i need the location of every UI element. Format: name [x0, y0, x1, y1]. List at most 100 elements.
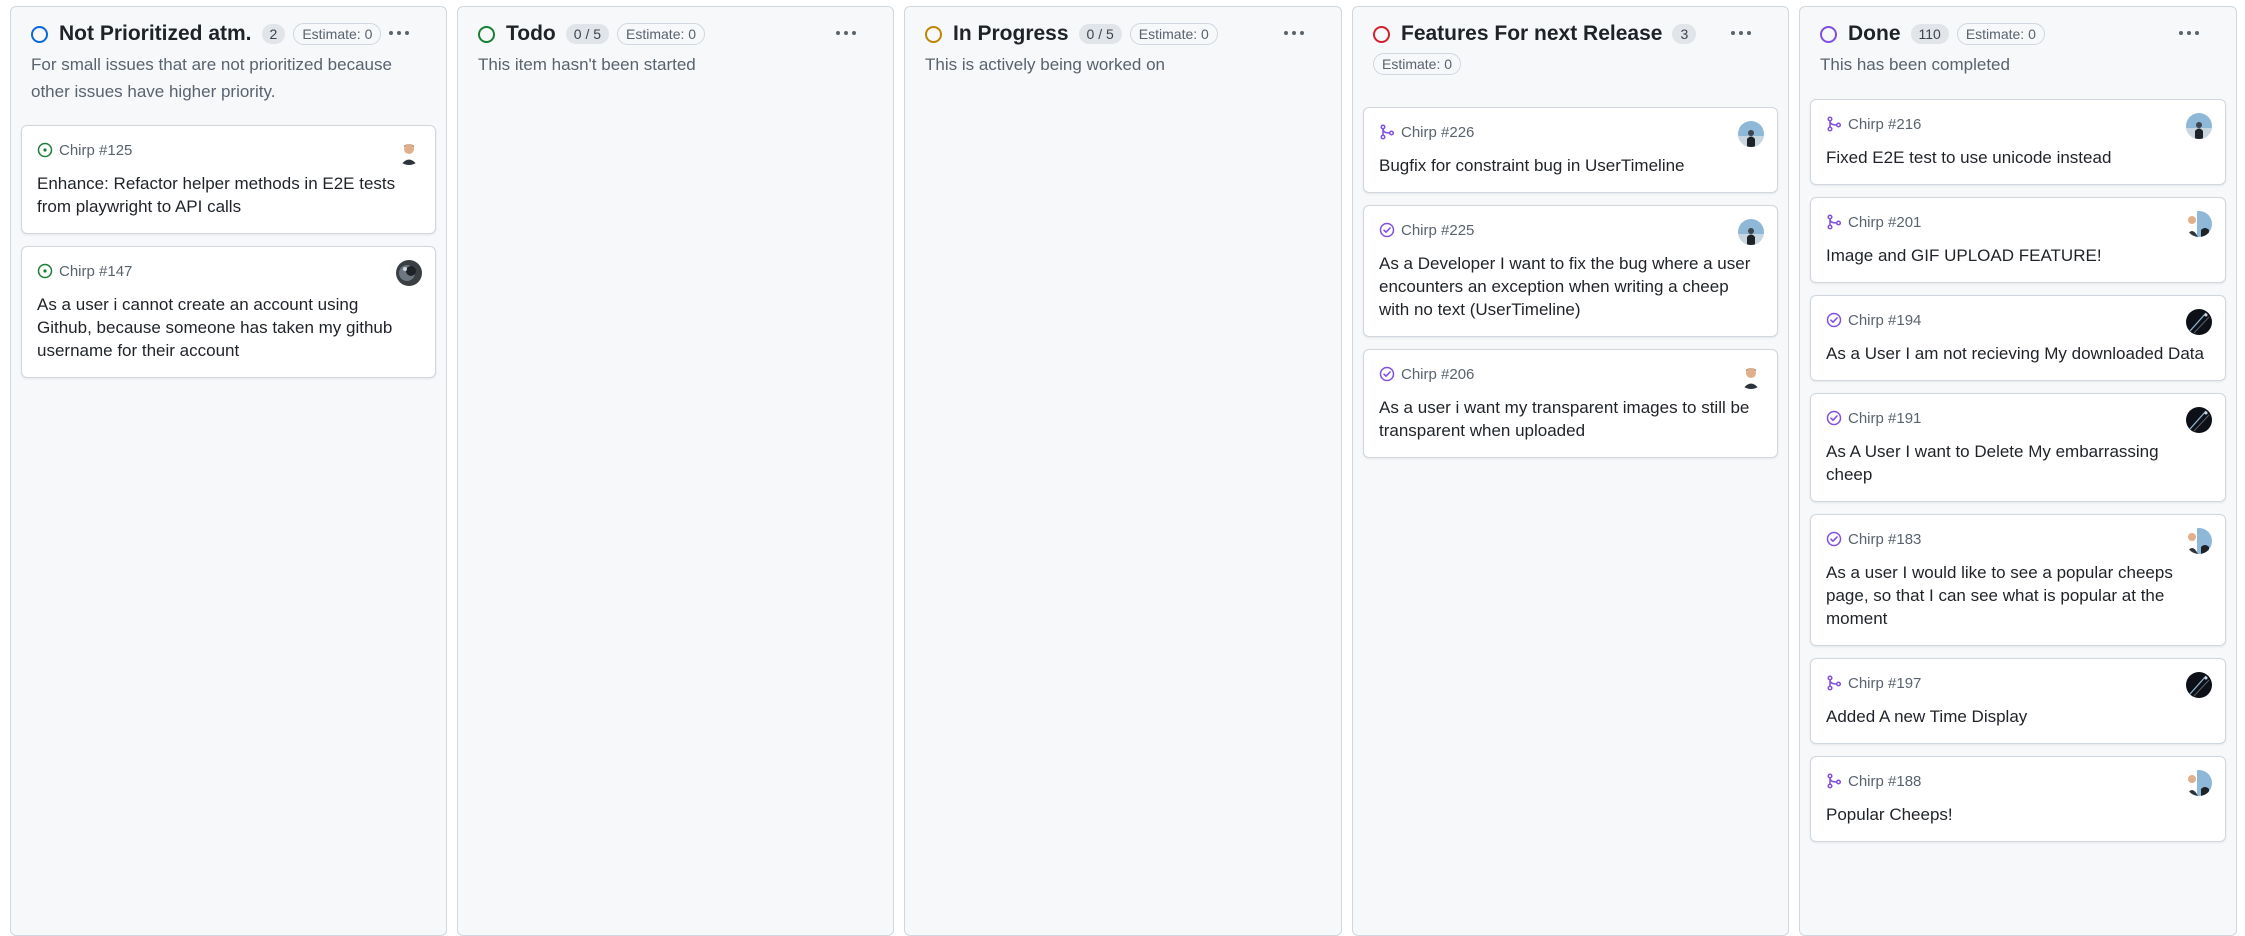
card-title[interactable]: As a Developer I want to fix the bug whe… — [1379, 252, 1762, 321]
assignee-avatar[interactable] — [2186, 309, 2212, 335]
kebab-horizontal-icon — [389, 31, 409, 35]
issue-card[interactable]: Chirp #147 As a user i cannot create an … — [21, 246, 436, 378]
column-header: Todo 0 / 5 Estimate: 0 — [478, 19, 873, 49]
column-header: In Progress 0 / 5 Estimate: 0 — [925, 19, 1321, 49]
column-menu-button[interactable] — [2176, 20, 2202, 46]
assignee-avatar[interactable] — [2186, 113, 2212, 139]
assignee-avatar[interactable] — [396, 260, 422, 286]
column-title: Not Prioritized atm. — [59, 22, 252, 45]
pull-request-merged-icon — [1380, 124, 1395, 140]
estimate-badge: Estimate: 0 — [617, 23, 706, 45]
assignee-avatar[interactable] — [396, 139, 422, 165]
pull-request-merged-icon — [1827, 116, 1842, 132]
assignee-avatar[interactable] — [2186, 528, 2212, 554]
column-menu-button[interactable] — [833, 20, 859, 46]
assignee-avatar[interactable] — [2186, 211, 2212, 237]
issue-closed-icon — [1826, 312, 1842, 328]
column-description: This is actively being worked on — [925, 55, 1166, 74]
issue-card[interactable]: Chirp #225 As a Developer I want to fix … — [1363, 205, 1778, 337]
card-title[interactable]: Fixed E2E test to use unicode instead — [1826, 146, 2210, 169]
card-title[interactable]: As a user i want my transparent images t… — [1379, 396, 1762, 442]
column-header: Not Prioritized atm. 2 Estimate: 0 — [31, 19, 426, 49]
column-description: This has been completed — [1820, 55, 2010, 74]
project-board: Not Prioritized atm. 2 Estimate: 0 For s… — [0, 0, 2245, 936]
card-title[interactable]: As a User I am not recieving My download… — [1826, 342, 2210, 365]
kebab-horizontal-icon — [1284, 31, 1304, 35]
card-title[interactable]: As a user i cannot create an account usi… — [37, 293, 420, 362]
card-title[interactable]: As A User I want to Delete My embarrassi… — [1826, 440, 2210, 486]
card-reference[interactable]: Chirp #225 — [1401, 222, 1474, 239]
issue-closed-icon — [1826, 531, 1842, 547]
issue-closed-icon — [1379, 366, 1395, 382]
card-title[interactable]: Image and GIF UPLOAD FEATURE! — [1826, 244, 2210, 267]
issue-card[interactable]: Chirp #197 Added A new Time Display — [1810, 658, 2226, 744]
assignee-avatar[interactable] — [2186, 672, 2212, 698]
issue-open-icon — [37, 263, 53, 279]
issue-card[interactable]: Chirp #216 Fixed E2E test to use unicode… — [1810, 99, 2226, 185]
kebab-horizontal-icon — [836, 31, 856, 35]
card-reference[interactable]: Chirp #147 — [59, 263, 132, 280]
estimate-badge: Estimate: 0 — [1956, 23, 2045, 45]
card-reference[interactable]: Chirp #125 — [59, 142, 132, 159]
column-title: Todo — [506, 22, 556, 45]
assignee-avatar[interactable] — [2186, 407, 2212, 433]
assignee-avatar[interactable] — [1738, 219, 1764, 245]
estimate-badge: Estimate: 0 — [293, 23, 382, 45]
column-todo: Todo 0 / 5 Estimate: 0 This item hasn't … — [457, 6, 894, 936]
item-count-badge: 0 / 5 — [565, 24, 610, 44]
column-title: Features For next Release — [1401, 22, 1663, 45]
status-circle-icon — [1820, 25, 1837, 43]
item-count-badge: 3 — [1672, 24, 1697, 44]
card-title[interactable]: Popular Cheeps! — [1826, 803, 2210, 826]
card-reference[interactable]: Chirp #183 — [1848, 531, 1921, 548]
issue-card[interactable]: Chirp #201 Image and GIF UPLOAD FEATURE! — [1810, 197, 2226, 283]
card-reference[interactable]: Chirp #201 — [1848, 214, 1921, 231]
column-features-next-release: Features For next Release 3 Estimate: 0 … — [1352, 6, 1789, 936]
item-count-badge: 110 — [1910, 24, 1949, 44]
column-menu-button[interactable] — [1728, 20, 1754, 46]
card-reference[interactable]: Chirp #197 — [1848, 675, 1921, 692]
column-title: In Progress — [953, 22, 1069, 45]
card-reference[interactable]: Chirp #194 — [1848, 312, 1921, 329]
issue-card[interactable]: Chirp #125 Enhance: Refactor helper meth… — [21, 125, 436, 234]
card-reference[interactable]: Chirp #188 — [1848, 773, 1921, 790]
column-done: Done 110 Estimate: 0 This has been compl… — [1799, 6, 2237, 936]
issue-closed-icon — [1826, 410, 1842, 426]
column-header: Features For next Release 3 — [1373, 19, 1768, 49]
estimate-badge: Estimate: 0 — [1373, 53, 1462, 75]
card-reference[interactable]: Chirp #226 — [1401, 124, 1474, 141]
assignee-avatar[interactable] — [1738, 121, 1764, 147]
card-reference[interactable]: Chirp #216 — [1848, 116, 1921, 133]
card-list: Chirp #125 Enhance: Refactor helper meth… — [21, 125, 436, 390]
issue-card[interactable]: Chirp #194 As a User I am not recieving … — [1810, 295, 2226, 381]
issue-card[interactable]: Chirp #226 Bugfix for constraint bug in … — [1363, 107, 1778, 193]
column-header: Done 110 Estimate: 0 — [1820, 19, 2216, 49]
column-not-prioritized: Not Prioritized atm. 2 Estimate: 0 For s… — [10, 6, 447, 936]
card-title[interactable]: Enhance: Refactor helper methods in E2E … — [37, 172, 420, 218]
column-title: Done — [1848, 22, 1901, 45]
card-reference[interactable]: Chirp #206 — [1401, 366, 1474, 383]
item-count-badge: 2 — [261, 24, 286, 44]
card-title[interactable]: Bugfix for constraint bug in UserTimelin… — [1379, 154, 1762, 177]
card-title[interactable]: Added A new Time Display — [1826, 705, 2210, 728]
issue-closed-icon — [1379, 222, 1395, 238]
column-in-progress: In Progress 0 / 5 Estimate: 0 This is ac… — [904, 6, 1342, 936]
pull-request-merged-icon — [1827, 773, 1842, 789]
kebab-horizontal-icon — [2179, 31, 2199, 35]
column-description: For small issues that are not prioritize… — [31, 55, 392, 101]
assignee-avatar[interactable] — [1738, 363, 1764, 389]
issue-card[interactable]: Chirp #191 As A User I want to Delete My… — [1810, 393, 2226, 502]
card-title[interactable]: As a user I would like to see a popular … — [1826, 561, 2210, 630]
column-menu-button[interactable] — [1281, 20, 1307, 46]
issue-card[interactable]: Chirp #183 As a user I would like to see… — [1810, 514, 2226, 646]
card-list: Chirp #216 Fixed E2E test to use unicode… — [1810, 99, 2226, 854]
item-count-badge: 0 / 5 — [1078, 24, 1122, 44]
issue-card[interactable]: Chirp #206 As a user i want my transpare… — [1363, 349, 1778, 458]
status-circle-icon — [925, 25, 942, 43]
card-reference[interactable]: Chirp #191 — [1848, 410, 1921, 427]
column-menu-button[interactable] — [386, 20, 412, 46]
assignee-avatar[interactable] — [2186, 770, 2212, 796]
status-circle-icon — [478, 25, 495, 43]
issue-card[interactable]: Chirp #188 Popular Cheeps! — [1810, 756, 2226, 842]
status-circle-icon — [31, 25, 48, 43]
